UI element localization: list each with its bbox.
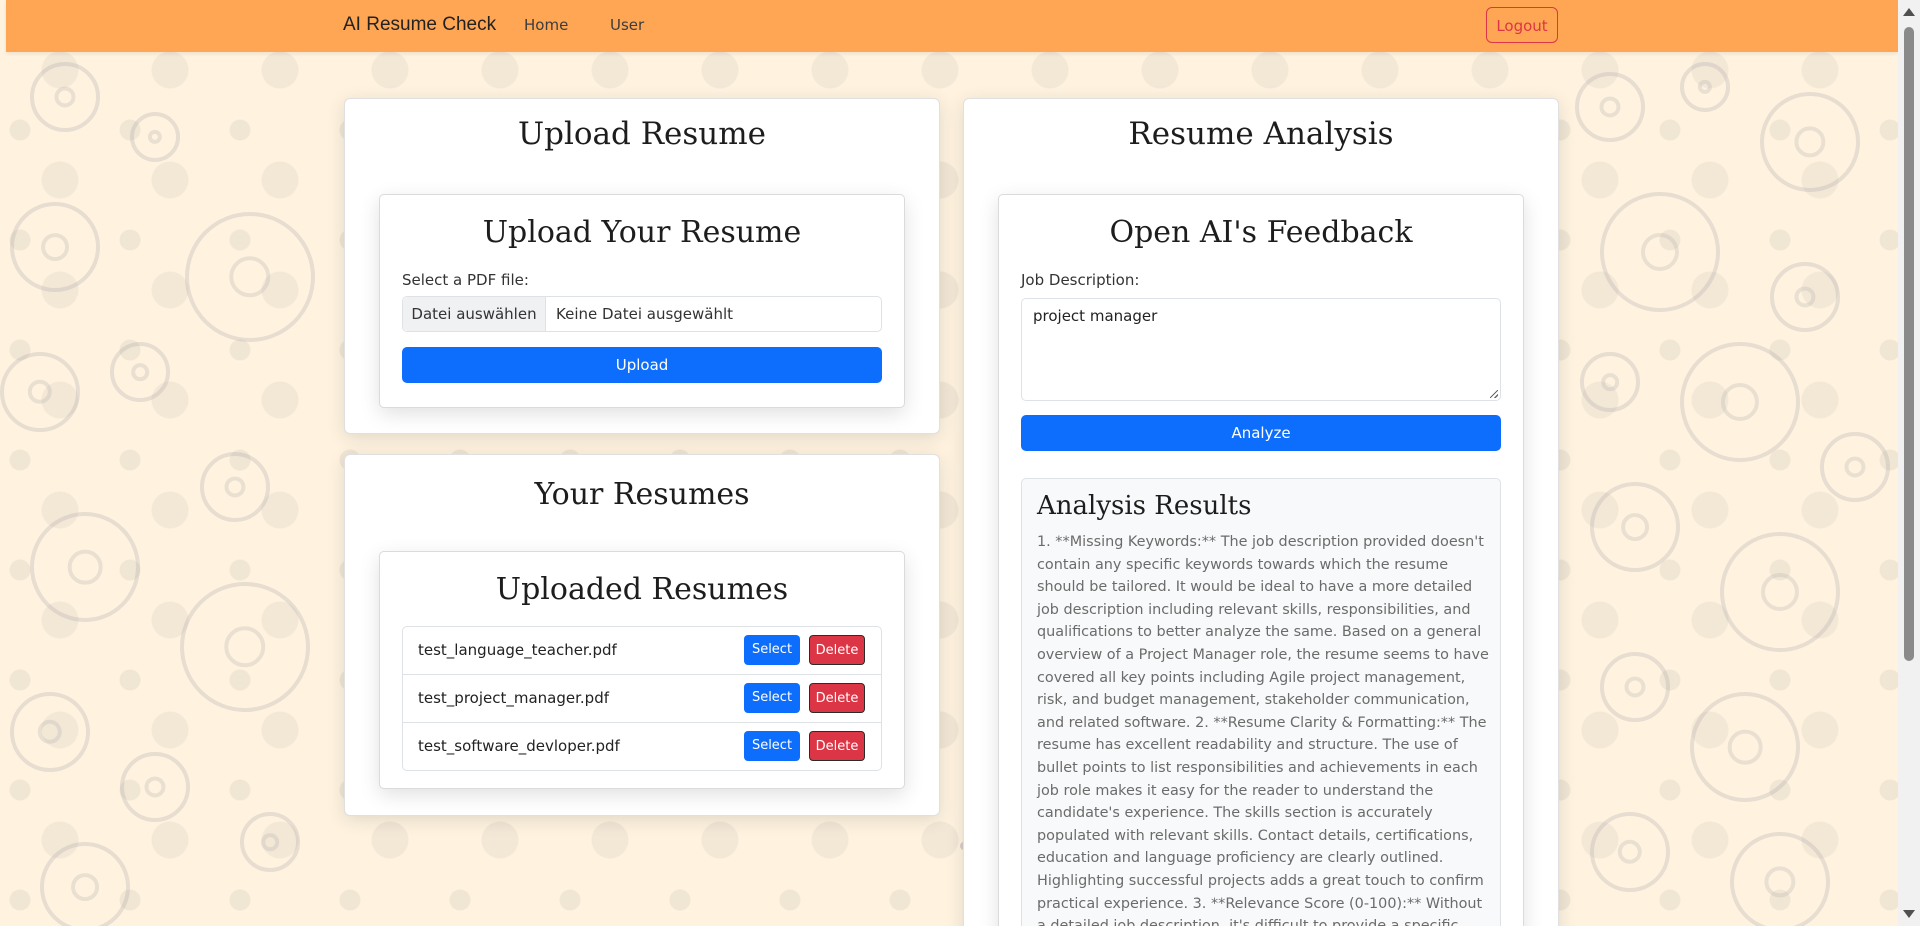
- analysis-results-title: Analysis Results: [1037, 491, 1252, 521]
- gear-icon: [1590, 482, 1680, 572]
- select-resume-button[interactable]: Select: [744, 683, 800, 713]
- list-item: test_language_teacher.pdf Select Delete: [403, 627, 881, 675]
- gear-icon: [180, 582, 310, 712]
- file-name-text: Keine Datei ausgewählt: [556, 305, 734, 323]
- gear-icon: [30, 62, 100, 132]
- select-resume-button[interactable]: Select: [744, 731, 800, 761]
- feedback-card: Open AI's Feedback Job Description: proj…: [998, 194, 1524, 926]
- analysis-panel-title: Resume Analysis: [1128, 116, 1394, 152]
- gear-icon: [30, 512, 140, 622]
- gear-icon: [0, 352, 80, 432]
- delete-resume-button[interactable]: Delete: [809, 731, 865, 761]
- gear-icon: [1770, 262, 1840, 332]
- gear-icon: [1600, 192, 1720, 312]
- delete-resume-button[interactable]: Delete: [809, 683, 865, 713]
- gear-icon: [110, 342, 170, 402]
- job-description-input[interactable]: project manager: [1021, 298, 1501, 401]
- analyze-button[interactable]: Analyze: [1021, 415, 1501, 451]
- nav-link-user[interactable]: User: [610, 16, 644, 34]
- upload-button[interactable]: Upload: [402, 347, 882, 383]
- resume-list: test_language_teacher.pdf Select Delete …: [402, 626, 882, 771]
- upload-card-title: Upload Your Resume: [482, 215, 802, 250]
- resumes-panel: Your Resumes Uploaded Resumes test_langu…: [344, 454, 940, 816]
- feedback-card-title: Open AI's Feedback: [1109, 215, 1413, 250]
- page-scrollbar[interactable]: [1898, 0, 1920, 926]
- gear-icon: [1730, 832, 1830, 926]
- uploaded-resumes-card: Uploaded Resumes test_language_teacher.p…: [379, 551, 905, 789]
- gear-icon: [10, 202, 100, 292]
- logout-button[interactable]: Logout: [1486, 7, 1558, 43]
- select-resume-button[interactable]: Select: [744, 635, 800, 665]
- gear-icon: [200, 452, 270, 522]
- gear-icon: [1600, 652, 1670, 722]
- gear-icon: [130, 112, 180, 162]
- scroll-up-icon[interactable]: [1903, 8, 1915, 16]
- file-label: Select a PDF file:: [402, 271, 529, 289]
- gear-icon: [40, 842, 130, 926]
- gear-icon: [1760, 92, 1860, 192]
- brand-logo[interactable]: AI Resume Check: [343, 14, 496, 36]
- gears-background: [0, 52, 1898, 926]
- list-item: test_project_manager.pdf Select Delete: [403, 675, 881, 723]
- delete-resume-button[interactable]: Delete: [809, 635, 865, 665]
- resume-filename: test_language_teacher.pdf: [418, 641, 617, 659]
- scroll-thumb[interactable]: [1904, 27, 1914, 661]
- job-description-label: Job Description:: [1021, 271, 1140, 289]
- analysis-results-box: Analysis Results 1. **Missing Keywords:*…: [1021, 478, 1501, 926]
- gear-icon: [1680, 342, 1800, 462]
- top-navbar: AI Resume Check Home User Logout: [6, 0, 1898, 52]
- file-input[interactable]: Datei auswählen Keine Datei ausgewählt: [402, 296, 882, 332]
- gear-icon: [1575, 72, 1645, 142]
- resume-filename: test_project_manager.pdf: [418, 689, 610, 707]
- nav-link-home[interactable]: Home: [524, 16, 568, 34]
- choose-file-button[interactable]: Datei auswählen: [403, 297, 546, 331]
- gear-icon: [120, 752, 190, 822]
- upload-panel: Upload Resume Upload Your Resume Select …: [344, 98, 940, 434]
- gear-icon: [1680, 62, 1730, 112]
- gear-icon: [1820, 432, 1890, 502]
- job-description-value: project manager: [1033, 307, 1158, 325]
- resize-handle-icon[interactable]: [1490, 390, 1498, 398]
- uploaded-resumes-title: Uploaded Resumes: [495, 572, 789, 607]
- gear-icon: [185, 212, 315, 342]
- analysis-panel: Resume Analysis Open AI's Feedback Job D…: [963, 98, 1559, 926]
- gear-icon: [1720, 532, 1840, 652]
- scroll-down-icon[interactable]: [1903, 910, 1915, 918]
- gear-icon: [10, 692, 90, 772]
- gear-icon: [240, 812, 300, 872]
- resumes-panel-title: Your Resumes: [534, 477, 750, 512]
- upload-panel-title: Upload Resume: [517, 116, 767, 152]
- gear-icon: [1690, 692, 1800, 802]
- gear-icon: [1590, 812, 1670, 892]
- upload-card: Upload Your Resume Select a PDF file: Da…: [379, 194, 905, 408]
- resume-filename: test_software_devloper.pdf: [418, 737, 620, 755]
- gear-icon: [1580, 352, 1640, 412]
- list-item: test_software_devloper.pdf Select Delete: [403, 723, 881, 770]
- analysis-results-text: 1. **Missing Keywords:** The job descrip…: [1037, 534, 1489, 926]
